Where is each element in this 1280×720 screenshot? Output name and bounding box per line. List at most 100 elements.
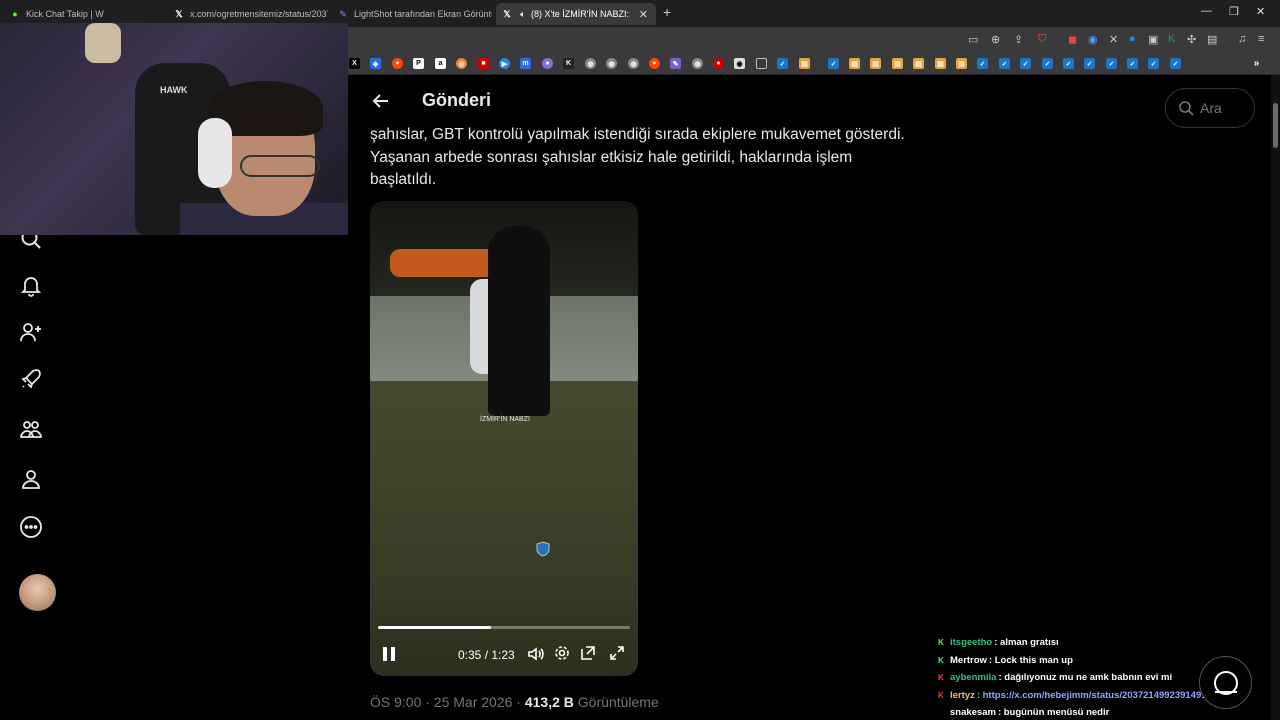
tab-title: (8) X'te İZMİR'İN NABZI: "BU... [531, 9, 631, 19]
more-options-icon[interactable] [18, 514, 44, 540]
tweet-meta: ÖS 9:00 · 25 Mar 2026 · 413,2 B Görüntül… [370, 694, 659, 710]
tab-kick-chat[interactable]: ● Kick Chat Takip | W [4, 3, 164, 25]
bookmark-icon[interactable]: ▤ [849, 58, 860, 69]
bookmark-icon[interactable]: ✓ [1106, 58, 1117, 69]
kick-badge-icon: K [938, 655, 944, 665]
scroll-thumb[interactable] [1273, 103, 1278, 148]
grok-button[interactable] [1199, 656, 1252, 709]
video-progress-bar[interactable] [378, 626, 630, 629]
close-tab-icon[interactable]: ✕ [631, 8, 656, 21]
pip-icon[interactable] [580, 645, 596, 661]
music-icon[interactable]: ♫ [1238, 33, 1246, 45]
globe-icon[interactable]: ◍ [692, 58, 703, 69]
settings-gear-icon[interactable] [554, 645, 570, 661]
kick-icon: ● [12, 9, 18, 19]
bookmark-icon[interactable]: ✓ [1042, 58, 1053, 69]
amazon-icon[interactable]: a [435, 58, 446, 69]
puzzle-icon[interactable]: ✣ [1187, 33, 1196, 46]
bookmark-icon[interactable]: P [413, 58, 424, 69]
bookmark-icon[interactable]: ▤ [956, 58, 967, 69]
account-avatar[interactable] [19, 574, 56, 611]
extension-icon[interactable]: ● [1129, 33, 1136, 45]
extension-icon[interactable]: ◉ [1088, 33, 1098, 46]
kick-badge-icon: K [938, 673, 944, 682]
bookmark-icon[interactable]: ● [713, 58, 724, 69]
follow-user-icon[interactable] [18, 319, 44, 345]
x-logo-icon: 𝕏 [503, 8, 511, 19]
bookmark-icon[interactable]: ✓ [1127, 58, 1138, 69]
reddit-icon[interactable]: ● [649, 58, 660, 69]
tab-title: LightShot tarafından Ekran Görüntüsü [354, 9, 492, 19]
bookmark-icon[interactable]: ✓ [1020, 58, 1031, 69]
bookmark-icon[interactable]: ✎ [670, 58, 681, 69]
back-arrow-icon[interactable] [371, 91, 391, 116]
share-icon[interactable]: ⇪ [1014, 33, 1023, 46]
reddit-icon[interactable]: ● [392, 58, 403, 69]
tab-izmir-nabzi[interactable]: 𝕏 🔈︎ (8) X'te İZMİR'İN NABZI: "BU... ✕ [496, 3, 656, 25]
shield-watermark-icon [536, 541, 550, 562]
bookmark-icon[interactable]: ✓ [1170, 58, 1181, 69]
fullscreen-icon[interactable] [609, 645, 625, 661]
headset [198, 118, 232, 188]
kick-badge-icon: K [938, 638, 944, 647]
bookmark-icon[interactable]: ✓ [1148, 58, 1159, 69]
kick-badge-icon: K [938, 704, 946, 720]
brave-shield-icon[interactable]: ⛉ [1038, 33, 1046, 46]
tab-title: x.com/ogretmensitemiz/status/2037... [190, 9, 328, 19]
folder-icon[interactable] [756, 58, 767, 69]
pause-icon[interactable] [380, 645, 398, 663]
bookmark-icon[interactable]: ■ [478, 58, 489, 69]
bookmark-icon[interactable]: m [520, 58, 531, 69]
bookmark-icon[interactable]: ◉ [734, 58, 745, 69]
bookmark-icon[interactable]: ✓ [1084, 58, 1095, 69]
bookmark-icon[interactable]: ◆ [370, 58, 381, 69]
communities-icon[interactable] [18, 416, 44, 442]
search-input[interactable]: Ara [1165, 88, 1255, 128]
streamer-webcam: HAWK [0, 23, 348, 235]
tweet-timestamp[interactable]: ÖS 9:00 · 25 Mar 2026 · [370, 694, 525, 710]
globe-icon[interactable]: ◍ [628, 58, 639, 69]
video-player[interactable]: İZMİR'İN NABZI 0:35 / 1:23 [370, 201, 638, 676]
globe-icon[interactable]: ◍ [606, 58, 617, 69]
bookmark-icon[interactable]: ◎ [456, 58, 467, 69]
menu-icon[interactable]: ≡ [1258, 33, 1264, 45]
tab-x-ogretmen[interactable]: 𝕏 x.com/ogretmensitemiz/status/2037... [168, 3, 328, 25]
minimize-icon[interactable]: — [1201, 5, 1212, 17]
extension-icon[interactable]: K [1168, 33, 1175, 45]
bookmark-icon[interactable]: ▤ [870, 58, 881, 69]
new-tab-button[interactable]: + [663, 4, 671, 20]
bookmark-icon[interactable]: ✓ [977, 58, 988, 69]
bookmark-icon[interactable]: ✓ [828, 58, 839, 69]
bookmark-icon[interactable]: ▤ [892, 58, 903, 69]
bookmark-icon[interactable]: ▶ [499, 58, 510, 69]
globe-icon[interactable]: ◍ [585, 58, 596, 69]
notifications-bell-icon[interactable] [18, 272, 44, 298]
x-bookmark-icon[interactable]: X [349, 58, 360, 69]
sidebar-icon[interactable]: ▤ [1207, 33, 1217, 46]
kick-badge-icon: K [938, 690, 944, 700]
bookmark-icon[interactable]: ▤ [935, 58, 946, 69]
profile-icon[interactable] [18, 466, 44, 492]
chat-username: itsgeetho [950, 637, 993, 648]
cast-icon[interactable]: ▭ [968, 33, 978, 46]
bookmark-icon[interactable]: ✓ [1063, 58, 1074, 69]
glasses [240, 155, 320, 177]
volume-icon[interactable] [527, 645, 545, 663]
bookmark-icon[interactable]: K [563, 58, 574, 69]
restore-icon[interactable]: ❐ [1229, 5, 1239, 18]
bookmark-icon[interactable]: ✓ [999, 58, 1010, 69]
extension-icon[interactable]: ◼ [1068, 33, 1077, 46]
bookmark-icon[interactable]: ● [542, 58, 553, 69]
chat-username: snakesam [950, 707, 996, 718]
more-bookmarks-icon[interactable]: » [1251, 58, 1262, 69]
tab-lightshot[interactable]: ✎ LightShot tarafından Ekran Görüntüsü [332, 3, 492, 25]
close-window-icon[interactable]: ✕ [1256, 5, 1265, 18]
extension-icon[interactable]: ✕ [1109, 33, 1118, 46]
page-scrollbar[interactable] [1271, 75, 1280, 720]
zoom-icon[interactable]: ⊕ [991, 33, 1000, 46]
bookmark-icon[interactable]: ✓ [777, 58, 788, 69]
rocket-icon[interactable] [18, 366, 44, 392]
extension-icon[interactable]: ▣ [1148, 33, 1158, 46]
bookmark-icon[interactable]: ▤ [913, 58, 924, 69]
bookmark-icon[interactable]: ▤ [799, 58, 810, 69]
